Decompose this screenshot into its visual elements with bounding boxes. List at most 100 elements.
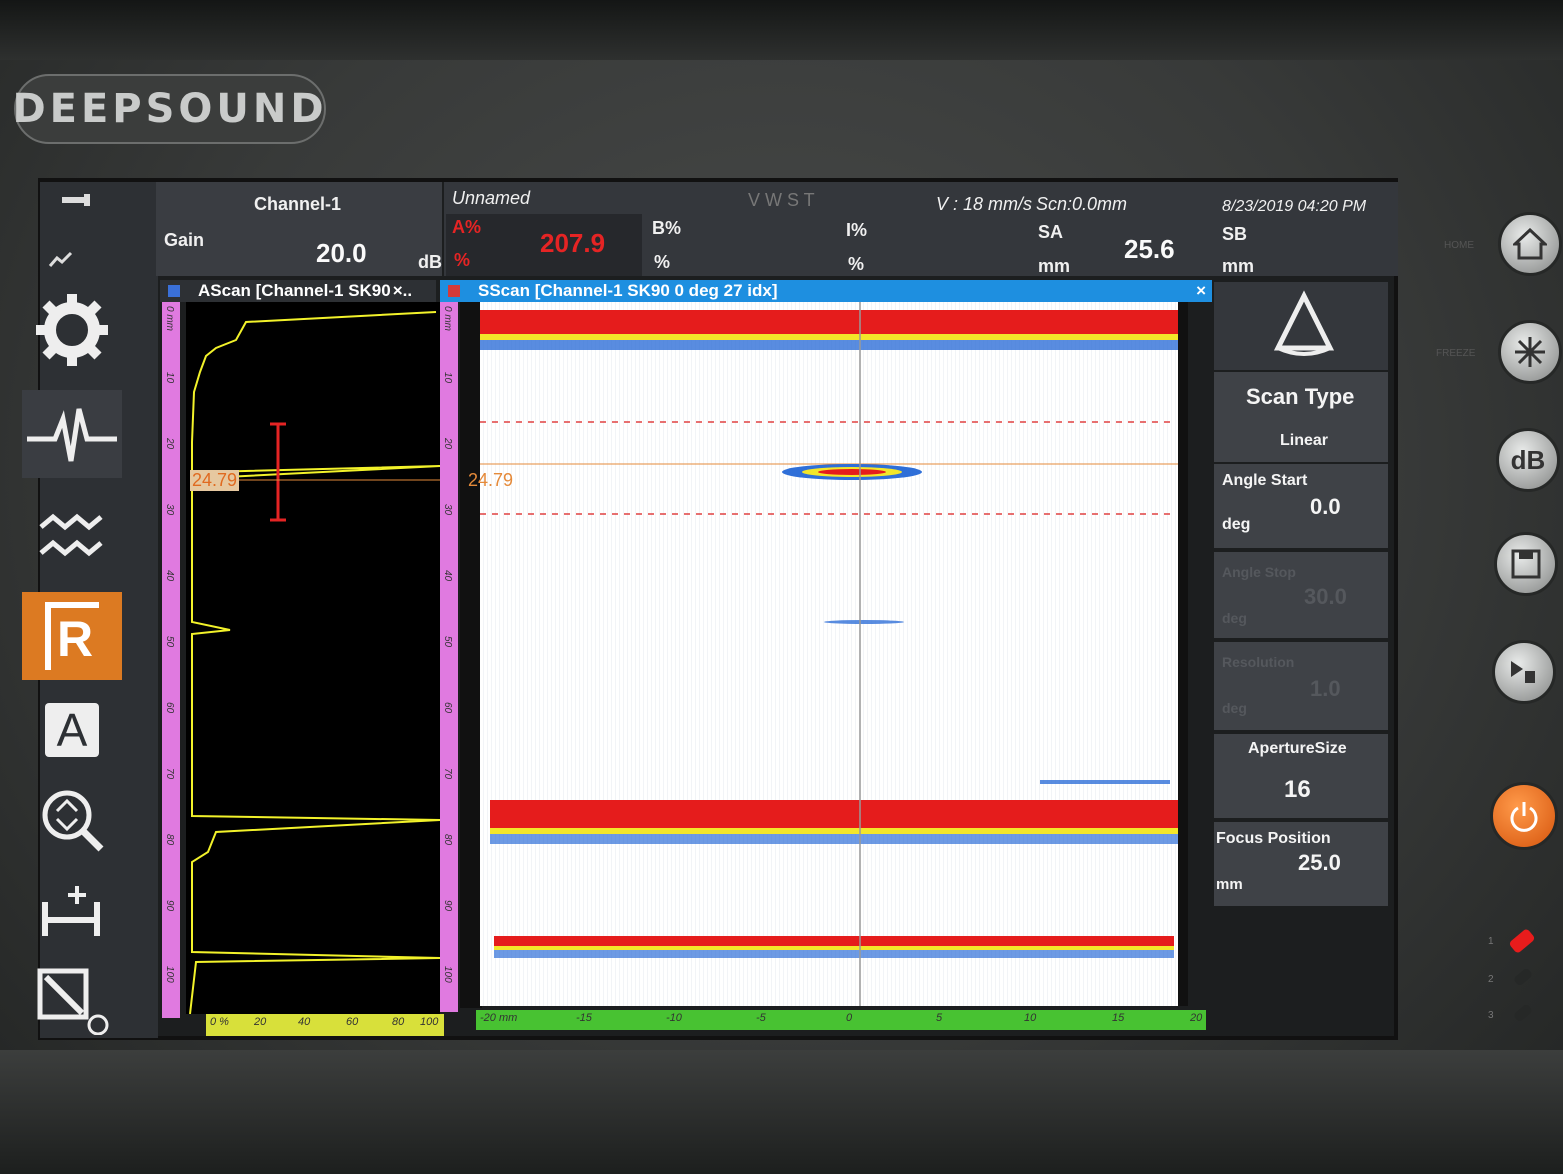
- sscan-depth-tick: 50: [442, 636, 453, 648]
- i-gate-unit: %: [848, 254, 865, 274]
- playback-hw-button[interactable]: [1492, 640, 1556, 704]
- measure-button[interactable]: [22, 866, 122, 954]
- ascan-close-icon[interactable]: ×..: [393, 281, 412, 301]
- sscan-panel-icon: [448, 285, 460, 297]
- ascan-title: AScan [Channel-1 SK90: [198, 281, 391, 300]
- setup-name: Unnamed: [452, 188, 531, 208]
- a-gate-label: A%: [452, 217, 482, 237]
- ascan-trace: [189, 311, 441, 1015]
- ascan-titlebar[interactable]: AScan [Channel-1 SK90 ×..: [160, 280, 436, 302]
- sscan-scan-tick: -5: [756, 1012, 766, 1024]
- scan-type-label: Scan Type: [1246, 384, 1355, 409]
- sscan-scan-tick: 5: [936, 1012, 943, 1024]
- ascan-amp-tick: 20: [254, 1016, 267, 1028]
- db-hw-label: dB: [1510, 444, 1546, 475]
- aperture-size-param[interactable]: ApertureSize 16: [1214, 734, 1388, 818]
- focus-position-label: Focus Position: [1216, 830, 1331, 847]
- r-mode-button[interactable]: R: [22, 592, 122, 680]
- a-gate-unit: %: [454, 250, 471, 270]
- save-hw-button[interactable]: [1494, 532, 1558, 596]
- sb-label: SB: [1222, 224, 1248, 244]
- b-gate-label: B%: [652, 218, 682, 238]
- sscan-close-icon[interactable]: ×: [1196, 281, 1206, 301]
- arrow-down-right-icon: [37, 968, 109, 1035]
- ascan-panel-icon: [168, 285, 180, 297]
- home-hw-label: HOME: [1444, 240, 1474, 251]
- angle-start-param[interactable]: Angle Start 0.0 deg: [1214, 464, 1388, 548]
- resolution-value: 1.0: [1310, 676, 1341, 701]
- sscan-titlebar[interactable]: SScan [Channel-1 SK90 0 deg 27 idx] ×: [440, 280, 1212, 302]
- zoom-fit-button[interactable]: [22, 776, 122, 864]
- sscan-depth-tick: 0 mm: [442, 306, 453, 331]
- aperture-size-value: 16: [1284, 776, 1311, 803]
- focus-position-value: 25.0: [1298, 850, 1341, 875]
- gain-value: 20.0: [316, 238, 367, 268]
- sscan-left-gutter: [460, 302, 482, 1008]
- ascan-depth-tick: 10: [164, 372, 175, 384]
- sa-unit: mm: [1038, 256, 1071, 276]
- ascan-amp-tick: 60: [346, 1016, 359, 1028]
- ascan-view-button[interactable]: [22, 390, 122, 478]
- b-gate-unit: %: [654, 252, 671, 272]
- angle-stop-unit: deg: [1222, 610, 1247, 626]
- sscan-image[interactable]: [480, 302, 1188, 1006]
- ascan-depth-tick: 30: [164, 504, 175, 516]
- angle-start-label: Angle Start: [1222, 472, 1308, 489]
- sb-unit: mm: [1222, 256, 1255, 276]
- sscan-scan-ruler: -20 mm -15 -10 -5 0 5 10 15 20: [476, 1010, 1206, 1030]
- sscan-scan-tick: 20: [1190, 1012, 1203, 1024]
- home-icon: [1513, 228, 1547, 260]
- status-flags: V W S T: [748, 190, 815, 210]
- ascan-depth-tick: 100: [164, 966, 175, 983]
- a-gate-value: 207.9: [540, 228, 606, 258]
- aperture-size-label: ApertureSize: [1248, 740, 1347, 757]
- freeze-hw-button[interactable]: [1498, 320, 1562, 384]
- probe-fan-icon: [1273, 290, 1335, 356]
- scan-position-readout: Scn:0.0mm: [1036, 194, 1128, 214]
- gear-icon: [36, 294, 108, 366]
- trend-icon[interactable]: [48, 250, 74, 276]
- a-mode-label: A: [44, 703, 100, 757]
- scan-type-param[interactable]: Scan Type Linear: [1214, 372, 1388, 462]
- connector-icon[interactable]: [58, 190, 92, 216]
- db-hw-button[interactable]: dB: [1496, 428, 1560, 492]
- sscan-scan-tick: 10: [1024, 1012, 1037, 1024]
- resolution-label: Resolution: [1222, 654, 1295, 670]
- angle-stop-label: Angle Stop: [1222, 564, 1296, 580]
- home-hw-button[interactable]: [1498, 212, 1562, 276]
- probe-icon-box[interactable]: [1214, 282, 1388, 370]
- filter-wave-button[interactable]: [22, 494, 122, 582]
- angle-start-value: 0.0: [1310, 494, 1341, 519]
- ascan-cursor-value: 24.79: [190, 470, 240, 491]
- resolution-unit: deg: [1222, 700, 1247, 716]
- ascan-amp-tick: 0 %: [210, 1016, 229, 1028]
- r-mode-label: R: [44, 602, 100, 670]
- scan-type-value: Linear: [1280, 432, 1329, 449]
- ascan-depth-tick: 60: [164, 702, 175, 714]
- focus-position-param[interactable]: Focus Position 25.0 mm: [1214, 822, 1388, 906]
- sscan-depth-tick: 10: [442, 372, 453, 384]
- sscan-depth-tick: 70: [442, 768, 453, 780]
- sa-value: 25.6: [1124, 234, 1175, 264]
- sscan-title: SScan [Channel-1 SK90 0 deg 27 idx]: [478, 281, 778, 300]
- sscan-scan-tick: -20 mm: [480, 1012, 518, 1024]
- brand-logo: DEEPSOUND: [12, 74, 326, 144]
- measure-icon: [42, 886, 100, 936]
- settings-gear-button[interactable]: [22, 286, 122, 374]
- sscan-scan-tick: -15: [576, 1012, 592, 1024]
- ascan-plot[interactable]: [186, 302, 441, 1015]
- export-button[interactable]: [22, 956, 122, 1044]
- sscan-depth-tick: 90: [442, 900, 453, 912]
- angle-stop-param: Angle Stop 30.0 deg: [1214, 552, 1388, 638]
- sscan-depth-tick: 60: [442, 702, 453, 714]
- sscan-scan-tick: -10: [666, 1012, 682, 1024]
- sscan-depth-tick: 100: [442, 966, 453, 983]
- ascan-depth-tick: 40: [164, 570, 175, 582]
- a-mode-button[interactable]: A: [22, 686, 122, 774]
- ascan-depth-tick: 80: [164, 834, 175, 846]
- power-hw-button[interactable]: [1490, 782, 1558, 850]
- ascan-depth-tick: 70: [164, 768, 175, 780]
- sscan-echo-map: [480, 302, 1188, 1006]
- sscan-depth-tick: 40: [442, 570, 453, 582]
- i-gate-label: I%: [846, 220, 868, 240]
